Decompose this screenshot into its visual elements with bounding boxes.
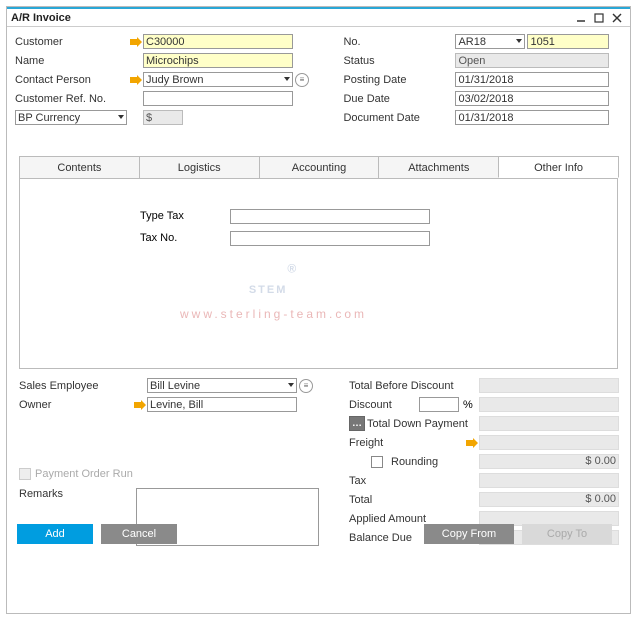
total-label: Total xyxy=(349,494,479,506)
posting-date-label: Posting Date xyxy=(343,74,455,86)
sales-emp-label: Sales Employee xyxy=(19,380,133,392)
posting-date-field[interactable] xyxy=(455,72,609,87)
total-before-disc-label: Total Before Discount xyxy=(349,380,479,392)
tax-value xyxy=(479,473,619,488)
down-payment-label: Total Down Payment xyxy=(367,418,479,430)
tab-strip: Contents Logistics Accounting Attachment… xyxy=(19,156,618,179)
link-arrow-icon[interactable] xyxy=(129,75,143,85)
status-label: Status xyxy=(343,55,455,67)
series-dropdown[interactable]: AR18 xyxy=(455,34,525,49)
due-date-label: Due Date xyxy=(343,93,455,105)
tab-accounting[interactable]: Accounting xyxy=(259,156,380,178)
tax-no-label: Tax No. xyxy=(140,232,230,244)
pct-label: % xyxy=(463,399,479,411)
total-before-disc-value xyxy=(479,378,619,393)
tax-label: Tax xyxy=(349,475,479,487)
add-button[interactable]: Add xyxy=(17,524,93,544)
discount-label: Discount xyxy=(349,399,419,411)
window-title: A/R Invoice xyxy=(11,12,71,24)
name-label: Name xyxy=(15,55,129,67)
tax-no-field[interactable] xyxy=(230,231,430,246)
applied-label: Applied Amount xyxy=(349,513,479,525)
cancel-button[interactable]: Cancel xyxy=(101,524,177,544)
discount-pct-field[interactable] xyxy=(419,397,459,412)
owner-field[interactable] xyxy=(147,397,297,412)
rounding-row: Rounding xyxy=(349,456,479,468)
discount-value xyxy=(479,397,619,412)
status-field xyxy=(455,53,609,68)
doc-date-label: Document Date xyxy=(343,112,455,124)
currency-field xyxy=(143,110,183,125)
rounding-value: $ 0.00 xyxy=(479,454,619,469)
titlebar: A/R Invoice xyxy=(7,7,630,27)
copy-to-button: Copy To xyxy=(522,524,612,544)
payment-run-checkbox xyxy=(19,468,31,480)
watermark: STEM® www.sterling-team.com xyxy=(180,245,367,321)
sales-emp-detail-icon[interactable]: ≡ xyxy=(299,379,313,393)
type-tax-label: Type Tax xyxy=(140,210,230,222)
minimize-icon[interactable] xyxy=(572,11,590,25)
tab-contents[interactable]: Contents xyxy=(19,156,140,178)
maximize-icon[interactable] xyxy=(590,11,608,25)
doc-date-field[interactable] xyxy=(455,110,609,125)
tab-logistics[interactable]: Logistics xyxy=(139,156,260,178)
tab-attachments[interactable]: Attachments xyxy=(378,156,499,178)
ref-label: Customer Ref. No. xyxy=(15,93,129,105)
sales-emp-dropdown[interactable]: Bill Levine xyxy=(147,378,297,393)
tab-other-info[interactable]: Other Info xyxy=(498,156,619,178)
currency-dropdown[interactable]: BP Currency xyxy=(15,110,127,125)
contact-label: Contact Person xyxy=(15,74,129,86)
other-info-panel: Type Tax Tax No. STEM® www.sterling-team… xyxy=(19,179,618,369)
remarks-label: Remarks xyxy=(19,488,136,500)
customer-field[interactable] xyxy=(143,34,293,49)
ar-invoice-window: A/R Invoice Customer Name Contact xyxy=(6,6,631,614)
contact-detail-icon[interactable]: ≡ xyxy=(295,73,309,87)
contact-dropdown[interactable]: Judy Brown xyxy=(143,72,293,87)
freight-value xyxy=(479,435,619,450)
close-icon[interactable] xyxy=(608,11,626,25)
payment-run-label: Payment Order Run xyxy=(35,468,133,480)
ref-field[interactable] xyxy=(143,91,293,106)
name-field[interactable] xyxy=(143,53,293,68)
link-arrow-icon[interactable] xyxy=(465,438,479,448)
due-date-field[interactable] xyxy=(455,91,609,106)
docnum-field[interactable] xyxy=(527,34,609,49)
rounding-checkbox[interactable] xyxy=(371,456,383,468)
customer-label: Customer xyxy=(15,36,129,48)
link-arrow-icon[interactable] xyxy=(133,400,147,410)
total-value: $ 0.00 xyxy=(479,492,619,507)
down-payment-picker-icon[interactable]: … xyxy=(349,416,365,431)
link-arrow-icon[interactable] xyxy=(129,37,143,47)
copy-from-button[interactable]: Copy From xyxy=(424,524,514,544)
no-label: No. xyxy=(343,36,455,48)
type-tax-field[interactable] xyxy=(230,209,430,224)
owner-label: Owner xyxy=(19,399,133,411)
freight-label: Freight xyxy=(349,437,479,449)
down-payment-value xyxy=(479,416,619,431)
